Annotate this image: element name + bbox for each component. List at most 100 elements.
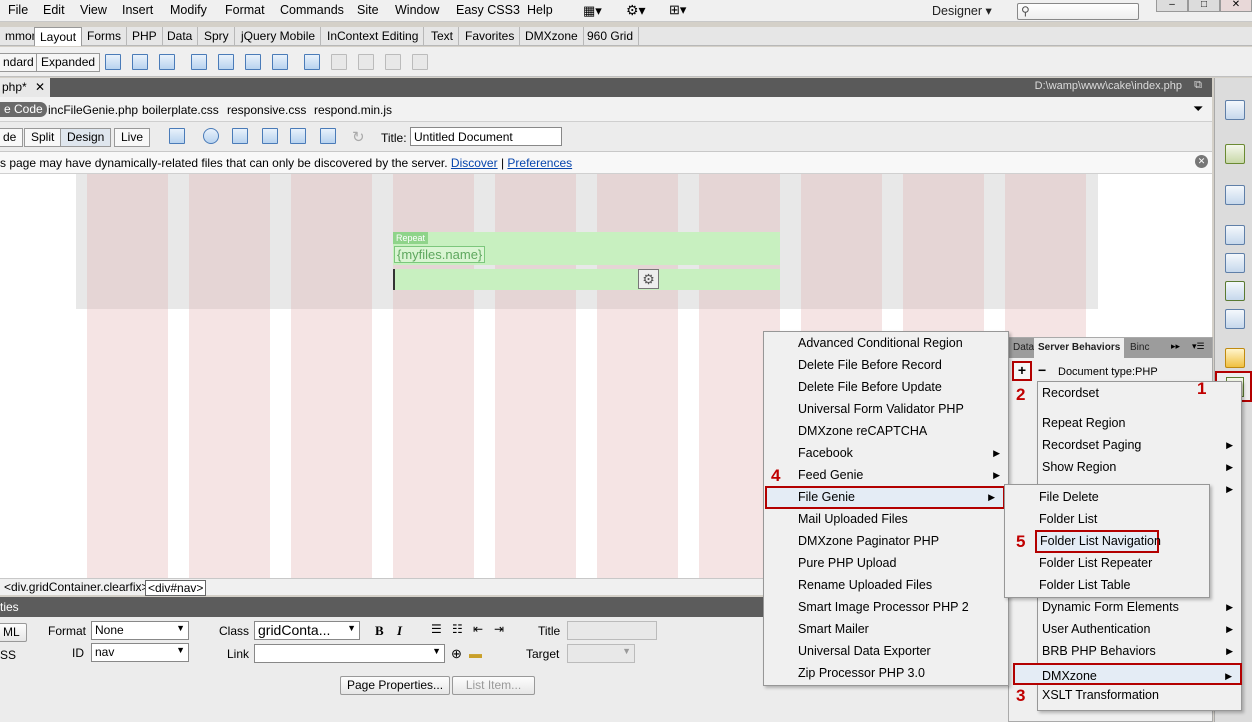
tag-container[interactable]: <div.gridContainer.clearfix> <box>4 580 149 594</box>
div-icon[interactable] <box>132 54 148 70</box>
menu-item-smart-mailer[interactable]: Smart Mailer <box>764 618 1008 640</box>
list-item-button[interactable]: List Item... <box>452 676 535 695</box>
menu-item-user-authentication[interactable]: User Authentication ▶ <box>1038 618 1241 640</box>
menu-item-pure-php-upload[interactable]: Pure PHP Upload <box>764 552 1008 574</box>
menu-window[interactable]: Window <box>395 3 439 17</box>
related-file[interactable]: responsive.css <box>227 103 306 117</box>
menu-item-show-region[interactable]: Show Region ▶ <box>1038 456 1241 478</box>
check-browser-icon[interactable] <box>290 128 306 144</box>
menu-item-universal-data-exporter[interactable]: Universal Data Exporter <box>764 640 1008 662</box>
folder-icon[interactable]: ▬ <box>469 646 482 661</box>
menu-item-recordset-paging[interactable]: Recordset Paging ▶ <box>1038 434 1241 456</box>
link-input[interactable]: ▼ <box>254 644 445 663</box>
preferences-link[interactable]: Preferences <box>507 156 572 170</box>
tab-php[interactable]: PHP <box>127 27 163 46</box>
menu-item-dmxzone[interactable]: DMXzone ▶ <box>1013 663 1242 685</box>
spry-menu-icon[interactable] <box>191 54 207 70</box>
title-input[interactable] <box>567 621 657 640</box>
document-tab[interactable]: php* ✕ <box>0 78 50 97</box>
repeat-region-row[interactable] <box>393 269 780 290</box>
menu-item-dmxzone-recaptcha[interactable]: DMXzone reCAPTCHA <box>764 420 1008 442</box>
databases-icon[interactable] <box>1225 348 1245 368</box>
code-navigator-icon[interactable] <box>1225 100 1245 120</box>
sitemap-icon[interactable]: ⊞▾ <box>669 2 686 18</box>
point-to-file-icon[interactable]: ⊕ <box>451 646 462 662</box>
refresh-icon[interactable]: ↻ <box>352 128 365 146</box>
view-mode-icon[interactable]: ▦▾ <box>583 3 602 19</box>
menu-item-facebook[interactable]: Facebook ▶ <box>764 442 1008 464</box>
file-management-icon[interactable] <box>232 128 248 144</box>
snippets-icon[interactable] <box>1225 144 1245 164</box>
tab-favorites[interactable]: Favorites <box>460 27 521 46</box>
panel-menu-icon[interactable]: ▾☰ <box>1192 341 1205 352</box>
close-icon[interactable]: ✕ <box>1195 155 1208 168</box>
reference-icon[interactable] <box>1225 185 1245 205</box>
page-properties-button[interactable]: Page Properties... <box>340 676 451 695</box>
menu-item-brb-php-behaviors[interactable]: BRB PHP Behaviors ▶ <box>1038 640 1241 662</box>
spry-tabs-icon[interactable] <box>218 54 234 70</box>
related-file[interactable]: respond.min.js <box>314 103 392 117</box>
assets-icon[interactable] <box>1225 253 1245 273</box>
bold-button[interactable]: B <box>375 623 384 639</box>
expand-panel-icon[interactable]: ▸▸ <box>1171 341 1180 352</box>
target-select[interactable]: ▼ <box>567 644 635 663</box>
gear-icon[interactable]: ⚙▾ <box>626 2 646 19</box>
spry-accordion-icon[interactable] <box>245 54 261 70</box>
menu-item-dmxzone-paginator[interactable]: DMXzone Paginator PHP <box>764 530 1008 552</box>
table-icon[interactable] <box>105 54 121 70</box>
standard-mode-button[interactable]: ndard <box>0 53 39 72</box>
id-select[interactable]: nav ▼ <box>91 643 189 662</box>
tab-jquery-mobile[interactable]: jQuery Mobile <box>236 27 322 46</box>
menu-item-folder-list-table[interactable]: Folder List Table <box>1005 574 1209 596</box>
italic-button[interactable]: I <box>397 623 402 639</box>
indent-icon[interactable]: ⇥ <box>494 622 504 636</box>
maximize-button[interactable]: □ <box>1188 0 1220 12</box>
menu-modify[interactable]: Modify <box>170 3 207 17</box>
w3c-validation-icon[interactable] <box>262 128 278 144</box>
tab-text[interactable]: Text <box>426 27 460 46</box>
preview-browser-icon[interactable] <box>203 128 219 144</box>
menu-item-mail-uploaded-files[interactable]: Mail Uploaded Files <box>764 508 1008 530</box>
close-window-button[interactable]: ✕ <box>1220 0 1252 12</box>
document-title-input[interactable] <box>410 127 562 146</box>
ordered-list-icon[interactable]: ☷ <box>452 622 463 636</box>
class-select[interactable]: gridConta... ▼ <box>254 621 360 640</box>
code-view-button[interactable]: de <box>0 128 24 147</box>
add-server-behavior-button[interactable]: + <box>1012 361 1032 381</box>
remove-server-behavior-button[interactable]: − <box>1038 362 1046 378</box>
tab-data[interactable]: Data <box>162 27 199 46</box>
frame-icon[interactable] <box>159 54 175 70</box>
menu-easy-css3[interactable]: Easy CSS3 <box>456 3 520 17</box>
outdent-icon[interactable]: ⇤ <box>473 622 483 636</box>
tag-nav[interactable]: <div#nav> <box>145 580 207 596</box>
menu-commands[interactable]: Commands <box>280 3 344 17</box>
html-mode-button[interactable]: ML <box>0 623 27 642</box>
tab-spry[interactable]: Spry <box>199 27 235 46</box>
spry-collapsible-icon[interactable] <box>272 54 288 70</box>
menu-format[interactable]: Format <box>225 3 265 17</box>
tab-server-behaviors[interactable]: Server Behaviors <box>1034 338 1125 358</box>
menu-item-delete-file-before-update[interactable]: Delete File Before Update <box>764 376 1008 398</box>
menu-item-folder-list-repeater[interactable]: Folder List Repeater <box>1005 552 1209 574</box>
menu-item-xslt-transformation[interactable]: XSLT Transformation <box>1038 684 1241 706</box>
php-object-icon[interactable]: ⚙ <box>638 269 659 289</box>
expanded-mode-button[interactable]: Expanded <box>36 53 101 72</box>
menu-item-universal-form-validator[interactable]: Universal Form Validator PHP <box>764 398 1008 420</box>
discover-link[interactable]: Discover <box>451 156 498 170</box>
close-tab-icon[interactable]: ✕ <box>35 78 45 96</box>
design-view-button[interactable]: Design <box>60 128 112 147</box>
files-icon[interactable] <box>1225 281 1245 301</box>
related-file[interactable]: boilerplate.css <box>142 103 219 117</box>
menu-file[interactable]: File <box>8 3 28 17</box>
menu-item-delete-file-before-record[interactable]: Delete File Before Record <box>764 354 1008 376</box>
menu-view[interactable]: View <box>80 3 107 17</box>
menu-item-dynamic-form-elements[interactable]: Dynamic Form Elements ▶ <box>1038 596 1241 618</box>
multiscreen-icon[interactable] <box>169 128 185 144</box>
tab-bindings[interactable]: Binc <box>1126 338 1153 358</box>
tab-layout[interactable]: Layout <box>34 27 83 46</box>
search-icon[interactable] <box>1225 309 1245 329</box>
menu-item-feed-genie[interactable]: Feed Genie ▶ <box>764 464 1008 486</box>
split-view-button[interactable]: Split <box>24 128 62 147</box>
restore-icon[interactable]: ⧉ <box>1194 79 1202 92</box>
menu-item-folder-list[interactable]: Folder List <box>1005 508 1209 530</box>
